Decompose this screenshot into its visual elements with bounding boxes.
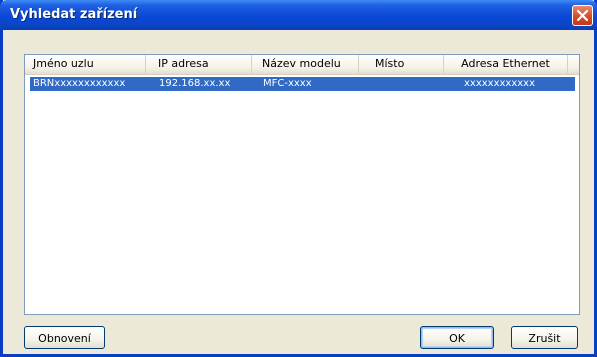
close-icon <box>576 9 589 22</box>
column-header-ethernet-address[interactable]: Adresa Ethernet <box>444 55 568 74</box>
cell-ip-address: 192.168.xx.xx <box>159 78 231 89</box>
cell-ethernet-address: xxxxxxxxxxxx <box>464 78 536 89</box>
column-header-model-name[interactable]: Název modelu <box>252 55 359 74</box>
column-header-ip-address[interactable]: IP adresa <box>146 55 252 74</box>
column-header-node-name[interactable]: Jméno uzlu <box>25 55 146 74</box>
list-item[interactable]: BRNxxxxxxxxxxxx 192.168.xx.xx MFC-xxxx x… <box>30 77 575 91</box>
dialog-window: Vyhledat zařízení Jméno uzlu IP adresa N… <box>0 0 597 357</box>
cell-model-name: MFC-xxxx <box>263 78 312 89</box>
close-button[interactable] <box>572 5 593 26</box>
cell-node-name: BRNxxxxxxxxxxxx <box>33 78 126 89</box>
cancel-button[interactable]: Zrušit <box>511 326 578 349</box>
list-header: Jméno uzlu IP adresa Název modelu Místo … <box>25 55 579 75</box>
device-list[interactable]: Jméno uzlu IP adresa Název modelu Místo … <box>24 54 580 315</box>
column-header-location[interactable]: Místo <box>359 55 444 74</box>
ok-button[interactable]: OK <box>420 326 494 349</box>
title-bar[interactable]: Vyhledat zařízení <box>0 0 597 30</box>
window-title: Vyhledat zařízení <box>10 7 138 22</box>
refresh-button[interactable]: Obnovení <box>24 326 105 349</box>
